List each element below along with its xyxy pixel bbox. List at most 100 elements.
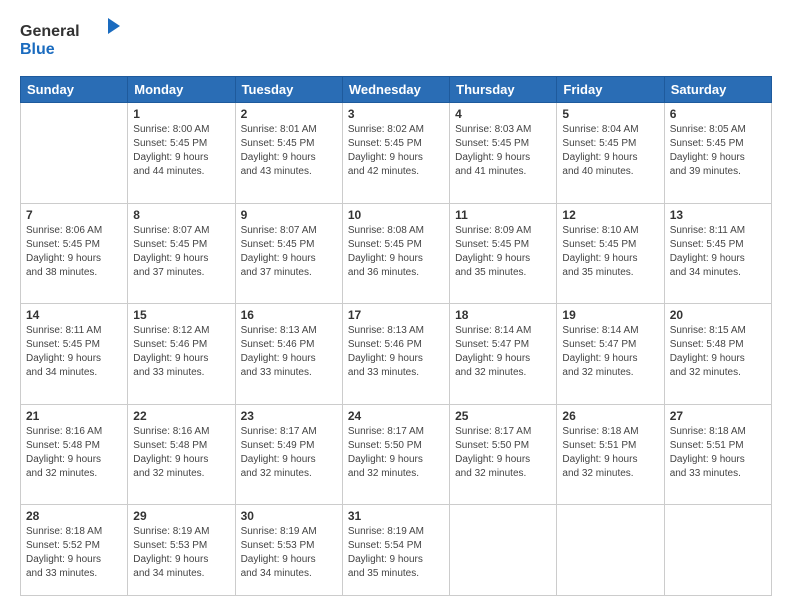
day-info: Sunrise: 8:05 AM Sunset: 5:45 PM Dayligh…	[670, 123, 766, 179]
calendar-cell: 22Sunrise: 8:16 AM Sunset: 5:48 PM Dayli…	[128, 404, 235, 505]
day-info: Sunrise: 8:07 AM Sunset: 5:45 PM Dayligh…	[133, 224, 229, 280]
day-number: 25	[455, 409, 551, 423]
day-info: Sunrise: 8:15 AM Sunset: 5:48 PM Dayligh…	[670, 324, 766, 380]
calendar-cell: 26Sunrise: 8:18 AM Sunset: 5:51 PM Dayli…	[557, 404, 664, 505]
day-number: 16	[241, 308, 337, 322]
day-info: Sunrise: 8:17 AM Sunset: 5:50 PM Dayligh…	[455, 425, 551, 481]
day-number: 13	[670, 208, 766, 222]
calendar-cell: 27 Sunrise: 8:18 AM Sunset: 5:51 PM Dayli…	[664, 404, 771, 505]
calendar-cell: 31 Sunrise: 8:19 AM Sunset: 5:54 PM Dayli…	[342, 505, 449, 596]
day-number: 30	[241, 509, 337, 523]
calendar-week-4: 28 Sunrise: 8:18 AM Sunset: 5:52 PM Dayli…	[21, 505, 772, 596]
weekday-header-row: SundayMondayTuesdayWednesdayThursdayFrid…	[21, 77, 772, 103]
day-info: Sunrise: 8:14 AM Sunset: 5:47 PM Dayligh…	[455, 324, 551, 380]
day-info: Sunrise: 8:17 AM Sunset: 5:50 PM Dayligh…	[348, 425, 444, 481]
logo-svg: General Blue	[20, 16, 125, 61]
day-info: Sunrise: 8:14 AM Sunset: 5:47 PM Dayligh…	[562, 324, 658, 380]
day-info: Sunrise: 8:18 AM Sunset: 5:52 PM Dayligh…	[26, 525, 122, 581]
calendar-cell: 7 Sunrise: 8:06 AM Sunset: 5:45 PM Daylig…	[21, 203, 128, 304]
day-info: Sunrise: 8:19 AM Sunset: 5:53 PM Dayligh…	[241, 525, 337, 581]
calendar-cell: 14 Sunrise: 8:11 AM Sunset: 5:45 PM Dayli…	[21, 304, 128, 405]
day-info: Sunrise: 8:18 AM Sunset: 5:51 PM Dayligh…	[670, 425, 766, 481]
calendar-cell: 8 Sunrise: 8:07 AM Sunset: 5:45 PM Daylig…	[128, 203, 235, 304]
day-number: 28	[26, 509, 122, 523]
day-number: 8	[133, 208, 229, 222]
calendar-cell: 6 Sunrise: 8:05 AM Sunset: 5:45 PM Daylig…	[664, 103, 771, 204]
calendar-cell: 4 Sunrise: 8:03 AM Sunset: 5:45 PM Daylig…	[450, 103, 557, 204]
day-info: Sunrise: 8:17 AM Sunset: 5:49 PM Dayligh…	[241, 425, 337, 481]
calendar-cell: 24Sunrise: 8:17 AM Sunset: 5:50 PM Dayli…	[342, 404, 449, 505]
calendar-cell	[21, 103, 128, 204]
calendar-cell: 11 Sunrise: 8:09 AM Sunset: 5:45 PM Dayli…	[450, 203, 557, 304]
day-info: Sunrise: 8:13 AM Sunset: 5:46 PM Dayligh…	[348, 324, 444, 380]
weekday-header-tuesday: Tuesday	[235, 77, 342, 103]
day-info: Sunrise: 8:19 AM Sunset: 5:54 PM Dayligh…	[348, 525, 444, 581]
calendar-cell: 30 Sunrise: 8:19 AM Sunset: 5:53 PM Dayli…	[235, 505, 342, 596]
day-info: Sunrise: 8:03 AM Sunset: 5:45 PM Dayligh…	[455, 123, 551, 179]
day-number: 17	[348, 308, 444, 322]
calendar-cell: 29 Sunrise: 8:19 AM Sunset: 5:53 PM Dayli…	[128, 505, 235, 596]
calendar-cell: 15Sunrise: 8:12 AM Sunset: 5:46 PM Dayli…	[128, 304, 235, 405]
calendar-week-2: 14 Sunrise: 8:11 AM Sunset: 5:45 PM Dayli…	[21, 304, 772, 405]
day-number: 20	[670, 308, 766, 322]
calendar-cell: 5 Sunrise: 8:04 AM Sunset: 5:45 PM Daylig…	[557, 103, 664, 204]
day-info: Sunrise: 8:16 AM Sunset: 5:48 PM Dayligh…	[133, 425, 229, 481]
calendar-cell: 18 Sunrise: 8:14 AM Sunset: 5:47 PM Dayli…	[450, 304, 557, 405]
day-info: Sunrise: 8:11 AM Sunset: 5:45 PM Dayligh…	[26, 324, 122, 380]
day-number: 2	[241, 107, 337, 121]
day-info: Sunrise: 8:06 AM Sunset: 5:45 PM Dayligh…	[26, 224, 122, 280]
calendar-cell: 25 Sunrise: 8:17 AM Sunset: 5:50 PM Dayli…	[450, 404, 557, 505]
calendar-week-0: 1Sunrise: 8:00 AM Sunset: 5:45 PM Daylig…	[21, 103, 772, 204]
day-number: 31	[348, 509, 444, 523]
calendar-cell: 1Sunrise: 8:00 AM Sunset: 5:45 PM Daylig…	[128, 103, 235, 204]
day-info: Sunrise: 8:13 AM Sunset: 5:46 PM Dayligh…	[241, 324, 337, 380]
day-number: 1	[133, 107, 229, 121]
day-info: Sunrise: 8:01 AM Sunset: 5:45 PM Dayligh…	[241, 123, 337, 179]
day-number: 27	[670, 409, 766, 423]
day-number: 7	[26, 208, 122, 222]
calendar-cell: 9Sunrise: 8:07 AM Sunset: 5:45 PM Daylig…	[235, 203, 342, 304]
day-info: Sunrise: 8:09 AM Sunset: 5:45 PM Dayligh…	[455, 224, 551, 280]
calendar-table: SundayMondayTuesdayWednesdayThursdayFrid…	[20, 76, 772, 596]
calendar-cell: 12Sunrise: 8:10 AM Sunset: 5:45 PM Dayli…	[557, 203, 664, 304]
calendar-cell: 23 Sunrise: 8:17 AM Sunset: 5:49 PM Dayli…	[235, 404, 342, 505]
day-info: Sunrise: 8:11 AM Sunset: 5:45 PM Dayligh…	[670, 224, 766, 280]
calendar-cell	[664, 505, 771, 596]
day-number: 18	[455, 308, 551, 322]
day-info: Sunrise: 8:18 AM Sunset: 5:51 PM Dayligh…	[562, 425, 658, 481]
calendar-week-1: 7 Sunrise: 8:06 AM Sunset: 5:45 PM Daylig…	[21, 203, 772, 304]
day-number: 23	[241, 409, 337, 423]
weekday-header-saturday: Saturday	[664, 77, 771, 103]
day-number: 14	[26, 308, 122, 322]
day-number: 10	[348, 208, 444, 222]
weekday-header-thursday: Thursday	[450, 77, 557, 103]
calendar-cell	[557, 505, 664, 596]
calendar-cell: 20 Sunrise: 8:15 AM Sunset: 5:48 PM Dayli…	[664, 304, 771, 405]
day-number: 21	[26, 409, 122, 423]
day-info: Sunrise: 8:07 AM Sunset: 5:45 PM Dayligh…	[241, 224, 337, 280]
calendar-cell: 21Sunrise: 8:16 AM Sunset: 5:48 PM Dayli…	[21, 404, 128, 505]
day-info: Sunrise: 8:02 AM Sunset: 5:45 PM Dayligh…	[348, 123, 444, 179]
day-number: 12	[562, 208, 658, 222]
calendar-cell: 10 Sunrise: 8:08 AM Sunset: 5:45 PM Dayli…	[342, 203, 449, 304]
day-number: 6	[670, 107, 766, 121]
svg-text:Blue: Blue	[20, 41, 55, 58]
page: General Blue SundayMondayTuesdayWednesda…	[0, 0, 792, 612]
day-info: Sunrise: 8:04 AM Sunset: 5:45 PM Dayligh…	[562, 123, 658, 179]
day-info: Sunrise: 8:08 AM Sunset: 5:45 PM Dayligh…	[348, 224, 444, 280]
day-info: Sunrise: 8:19 AM Sunset: 5:53 PM Dayligh…	[133, 525, 229, 581]
weekday-header-friday: Friday	[557, 77, 664, 103]
day-number: 11	[455, 208, 551, 222]
calendar-cell: 19 Sunrise: 8:14 AM Sunset: 5:47 PM Dayli…	[557, 304, 664, 405]
calendar-cell: 16 Sunrise: 8:13 AM Sunset: 5:46 PM Dayli…	[235, 304, 342, 405]
weekday-header-sunday: Sunday	[21, 77, 128, 103]
calendar-week-3: 21 Sunrise: 8:16 AM Sunset: 5:48 PM Dayli…	[21, 404, 772, 505]
weekday-header-monday: Monday	[128, 77, 235, 103]
svg-text:General: General	[20, 23, 80, 40]
day-number: 5	[562, 107, 658, 121]
day-number: 29	[133, 509, 229, 523]
day-number: 3	[348, 107, 444, 121]
day-number: 4	[455, 107, 551, 121]
day-number: 19	[562, 308, 658, 322]
calendar-cell: 13 Sunrise: 8:11 AM Sunset: 5:45 PM Dayli…	[664, 203, 771, 304]
